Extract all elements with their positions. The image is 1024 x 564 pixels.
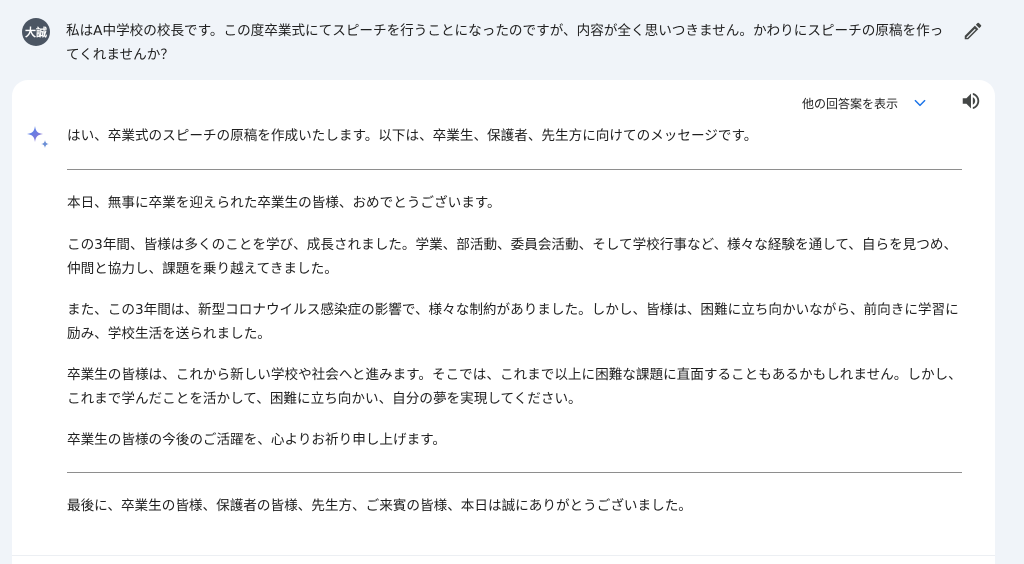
pencil-icon[interactable] — [962, 20, 984, 42]
response-card: 他の回答案を表示 はい、卒業式のスピーチの原稿を作成いたします。以下は、卒業生、… — [12, 80, 995, 564]
show-drafts-label: 他の回答案を表示 — [802, 96, 899, 111]
divider-bottom — [67, 472, 962, 473]
user-prompt-text: 私はA中学校の校長です。この度卒業式にてスピーチを行うことになったのですが、内容… — [66, 23, 944, 63]
user-avatar: 大誠 — [22, 18, 50, 46]
chevron-down-icon — [914, 99, 926, 107]
show-drafts-button[interactable]: 他の回答案を表示 — [802, 92, 928, 114]
divider-top — [67, 169, 962, 170]
speech-closing: 最後に、卒業生の皆様、保護者の皆様、先生方、ご来賓の皆様、本日は誠にありがとうご… — [67, 498, 692, 514]
speech-paragraph-2: この3年間、皆様は多くのことを学び、成長されました。学業、部活動、委員会活動、そ… — [67, 237, 958, 277]
speech-paragraph-3: また、この3年間は、新型コロナウイルス感染症の影響で、様々な制約がありました。し… — [67, 302, 959, 342]
chat-page: 大誠 私はA中学校の校長です。この度卒業式にてスピーチを行うことになったのですが… — [0, 0, 1024, 564]
speaker-icon[interactable] — [960, 90, 982, 112]
sparkle-icon — [27, 126, 49, 148]
user-prompt-row: 大誠 私はA中学校の校長です。この度卒業式にてスピーチを行うことになったのですが… — [0, 0, 1024, 80]
speech-paragraph-4: 卒業生の皆様は、これから新しい学校や社会へと進みます。そこでは、これまで以上に困… — [67, 367, 962, 407]
speech-paragraph-1: 本日、無事に卒業を迎えられた卒業生の皆様、おめでとうございます。 — [67, 195, 501, 211]
speech-paragraph-5: 卒業生の皆様の今後のご活躍を、心よりお祈り申し上げます。 — [67, 432, 446, 448]
response-intro: はい、卒業式のスピーチの原稿を作成いたします。以下は、卒業生、保護者、先生方に向… — [67, 128, 758, 144]
card-bottom-edge — [12, 555, 995, 556]
